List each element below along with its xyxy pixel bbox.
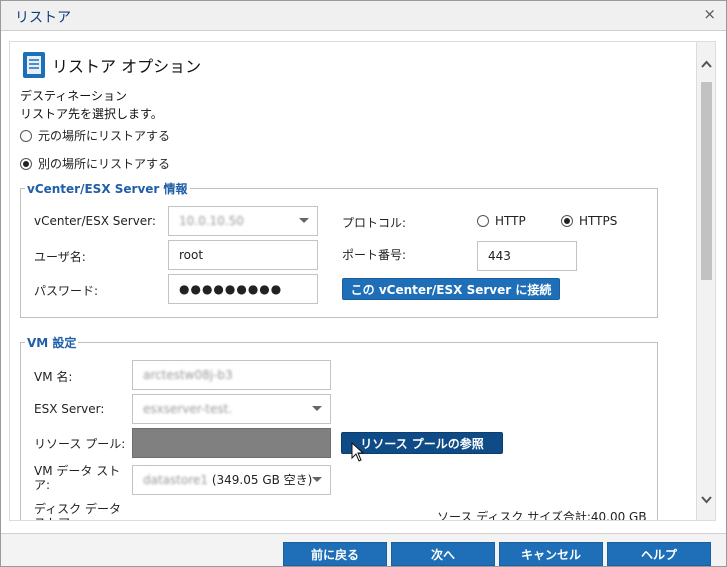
password-field[interactable]: ●●●●●●●●●: [168, 274, 318, 304]
document-stack-icon: [23, 52, 45, 78]
radio-https[interactable]: HTTPS: [561, 214, 617, 228]
radio-circle[interactable]: [477, 215, 489, 227]
back-button[interactable]: 前に戻る: [283, 542, 387, 566]
scrollbar-thumb[interactable]: [701, 82, 712, 280]
esx-server-value: esxserver-test.: [143, 402, 233, 416]
radio-circle[interactable]: [20, 157, 32, 170]
page-title: リストア オプション: [52, 57, 202, 76]
chevron-down-icon: [312, 406, 322, 411]
radio-label: 元の場所にリストアする: [38, 129, 171, 143]
radio-circle[interactable]: [561, 215, 573, 227]
esx-server-select[interactable]: esxserver-test.: [132, 394, 331, 424]
username-label: ユーザ名:: [34, 250, 86, 264]
port-field[interactable]: 443: [477, 241, 577, 271]
vm-datastore-label: VM データ スト ア:: [34, 464, 121, 492]
port-label: ポート番号:: [342, 248, 407, 262]
radio-circle[interactable]: [20, 129, 32, 142]
vm-name-field[interactable]: arctestw08j-b3: [132, 360, 331, 390]
radio-original-location[interactable]: 元の場所にリストアする: [20, 127, 170, 144]
cancel-button[interactable]: キャンセル: [499, 542, 603, 566]
disk-datastore-label: ディスク データ ストア:: [34, 502, 121, 520]
vcenter-legend: vCenter/ESX Server 情報: [27, 182, 188, 196]
port-value: 443: [488, 249, 511, 263]
footer-bar: 前に戻る 次へ キャンセル ヘルプ: [1, 533, 726, 566]
vm-datastore-free: (349.05 GB 空き): [208, 473, 313, 487]
vcenter-server-label: vCenter/ESX Server:: [34, 214, 156, 228]
radio-http[interactable]: HTTP: [477, 214, 526, 228]
protocol-label: プロトコル:: [342, 216, 407, 230]
password-value: ●●●●●●●●●: [179, 282, 283, 296]
content-pane: リストア オプション デスティネーション リストア先を選択します。 元の場所にリ…: [9, 41, 697, 521]
close-icon[interactable]: ×: [703, 5, 716, 23]
vcenter-server-select[interactable]: 10.0.10.50: [168, 206, 318, 236]
radio-label: 別の場所にリストアする: [38, 157, 171, 171]
password-label: パスワード:: [34, 284, 99, 298]
destination-subtext: リストア先を選択します。: [20, 107, 163, 121]
vm-datastore-select[interactable]: datastore1 (349.05 GB 空き): [132, 465, 331, 495]
radio-label: HTTP: [495, 214, 526, 228]
scroll-down-icon[interactable]: [697, 490, 716, 510]
resource-pool-label: リソース プール:: [34, 437, 126, 451]
vm-name-value: arctestw08j-b3: [143, 368, 233, 382]
help-button[interactable]: ヘルプ: [607, 542, 711, 566]
resource-pool-field[interactable]: [132, 428, 331, 458]
window-title: リストア: [15, 10, 71, 26]
browse-resource-pool-button[interactable]: リソース プールの参照: [341, 432, 503, 454]
destination-heading: デスティネーション: [20, 89, 128, 103]
title-bar: リストア ×: [1, 1, 726, 31]
username-field[interactable]: root: [168, 240, 318, 270]
radio-alternate-location[interactable]: 別の場所にリストアする: [20, 155, 170, 172]
vm-settings-legend: VM 設定: [27, 336, 77, 350]
vertical-scrollbar[interactable]: [697, 41, 716, 521]
vcenter-server-value: 10.0.10.50: [179, 214, 244, 228]
connect-button[interactable]: この vCenter/ESX Server に接続: [342, 278, 560, 300]
mouse-pointer-icon: [351, 442, 365, 462]
chevron-down-icon: [312, 477, 322, 482]
vm-datastore-name: datastore1: [143, 473, 209, 487]
restore-dialog: リストア × リストア オプション デスティネーション リストア先を選択します。…: [0, 0, 727, 567]
username-value: root: [179, 248, 204, 262]
vm-name-label: VM 名:: [34, 370, 73, 384]
radio-label: HTTPS: [579, 214, 618, 228]
chevron-down-icon: [299, 218, 309, 223]
next-button[interactable]: 次へ: [391, 542, 495, 566]
esx-server-label: ESX Server:: [34, 402, 105, 416]
source-disk-total: ソース ディスク サイズ合計:40.00 GB: [437, 510, 647, 521]
scroll-up-icon[interactable]: [697, 54, 716, 74]
vm-settings-group: VM 設定: [20, 334, 658, 520]
